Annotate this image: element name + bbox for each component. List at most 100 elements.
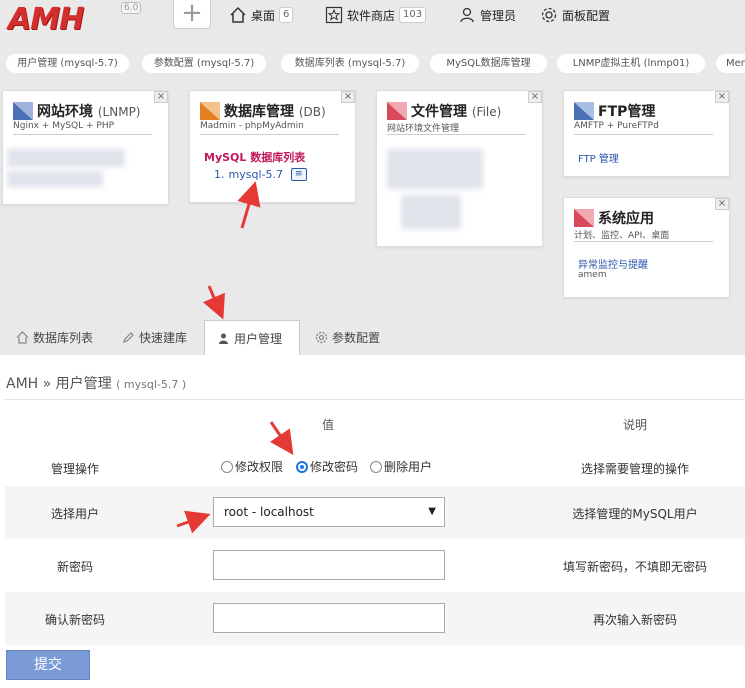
nav-desktop[interactable]: 桌面 6 (229, 4, 294, 26)
amh-logo[interactable]: AMH (8, 2, 84, 37)
card-lnmp-head: 网站环境 (LNMP) (13, 101, 141, 121)
nav-desktop-label: 桌面 (251, 8, 276, 23)
card-db-title: 数据库管理 (DB) (224, 104, 326, 120)
new-password-field[interactable] (213, 550, 445, 580)
card-ftp-sub: AMFTP + PureFTPd (574, 121, 659, 131)
divider (387, 134, 526, 135)
submit-button[interactable]: 提交 (6, 650, 90, 680)
card-lnmp-title: 网站环境 (LNMP) (37, 104, 141, 120)
monitor-alert-link[interactable]: 异常监控与提醒 (578, 256, 648, 271)
card-file-title: 文件管理 (File) (411, 104, 502, 120)
divider (5, 399, 745, 400)
radio-dot-selected[interactable] (296, 460, 308, 473)
recent-chip-db-list[interactable]: 数据库列表 (mysql-5.7) (281, 54, 419, 73)
close-icon[interactable]: × (715, 198, 729, 210)
row-select-user: 选择用户 root - localhost ▼ 选择管理的MySQL用户 (5, 486, 745, 539)
card-lnmp-sub: Nginx + MySQL + PHP (13, 121, 115, 131)
card-ftp-title: FTP管理 (598, 104, 656, 120)
tab-params[interactable]: 参数配置 (303, 320, 392, 355)
breadcrumb-separator: » (42, 376, 52, 392)
card-system[interactable]: × 系统应用 计划、监控、API、桌面 异常监控与提醒 amem (563, 197, 730, 298)
row-select-user-desc: 选择管理的MySQL用户 (572, 507, 698, 521)
radio-label: 修改权限 (235, 460, 284, 474)
tab-quick-create[interactable]: 快速建库 (110, 320, 199, 355)
redacted-block (7, 171, 103, 187)
breadcrumb-root[interactable]: AMH (6, 376, 38, 392)
recent-chip-mysql-manage[interactable]: MySQL数据库管理 (430, 54, 547, 73)
pencil-icon (123, 332, 134, 343)
lnmp-app-icon (13, 102, 33, 120)
mysql-instance-item[interactable]: 1. mysql-5.7 ≡ (214, 168, 307, 181)
gear-icon (315, 331, 328, 344)
card-lnmp[interactable]: × 网站环境 (LNMP) Nginx + MySQL + PHP (2, 90, 169, 205)
file-app-icon (387, 102, 407, 120)
row-confirm-password: 确认新密码 再次输入新密码 (5, 592, 745, 645)
radio-dot[interactable] (370, 460, 382, 473)
radio-change-password[interactable]: 修改密码 (296, 458, 358, 475)
mysql-db-list-link[interactable]: MySQL 数据库列表 (204, 149, 305, 165)
user-select[interactable]: root - localhost ▼ (213, 497, 445, 527)
radio-dot[interactable] (221, 460, 233, 473)
system-app-icon (574, 209, 594, 227)
radio-label: 修改密码 (310, 460, 359, 474)
card-db-sub: Madmin - phpMyAdmin (200, 121, 304, 131)
home-icon (230, 6, 246, 23)
nav-panel-config-label: 面板配置 (562, 8, 611, 23)
amem-link[interactable]: amem (578, 270, 607, 280)
card-file-head: 文件管理 (File) (387, 101, 501, 121)
row-select-user-label: 选择用户 (50, 507, 99, 521)
nav-store-label: 软件商店 (347, 8, 396, 23)
confirm-password-field[interactable] (213, 603, 445, 633)
user-icon (219, 333, 228, 344)
close-icon[interactable]: × (341, 91, 355, 103)
tab-user-manage[interactable]: 用户管理 (204, 320, 300, 356)
nav-admin[interactable]: 管理员 (458, 4, 516, 26)
divider (574, 134, 713, 135)
version-badge: 6.0 (121, 2, 142, 14)
card-ftp[interactable]: × FTP管理 AMFTP + PureFTPd FTP 管理 (563, 90, 730, 177)
ftp-app-icon (574, 102, 594, 120)
instance-link[interactable]: mysql-5.7 (229, 168, 283, 181)
close-icon[interactable]: × (528, 91, 542, 103)
close-icon[interactable]: × (715, 91, 729, 103)
card-db[interactable]: × 数据库管理 (DB) Madmin - phpMyAdmin MySQL 数… (189, 90, 356, 203)
radio-modify-permission[interactable]: 修改权限 (221, 458, 283, 475)
add-app-button[interactable]: + (173, 0, 211, 29)
nav-store[interactable]: 软件商店 103 (325, 4, 427, 26)
ftp-manage-link[interactable]: FTP 管理 (578, 150, 619, 165)
card-file-sub: 网站环境文件管理 (387, 124, 460, 134)
redacted-block (387, 149, 483, 189)
nav-desktop-count: 6 (279, 7, 294, 23)
card-system-title: 系统应用 (598, 211, 654, 227)
gear-icon (541, 7, 557, 23)
tab-quick-create-label: 快速建库 (139, 331, 188, 345)
row-manage-action-desc: 选择需要管理的操作 (580, 462, 689, 476)
redacted-block (7, 149, 125, 167)
tab-db-list[interactable]: 数据库列表 (4, 320, 105, 355)
nav-panel-config[interactable]: 面板配置 (540, 4, 610, 26)
row-confirm-password-desc: 再次输入新密码 (592, 613, 677, 627)
recent-chip-params[interactable]: 参数配置 (mysql-5.7) (142, 54, 266, 73)
user-icon (460, 7, 474, 23)
tab-db-list-label: 数据库列表 (33, 331, 94, 345)
card-system-head: 系统应用 (574, 208, 654, 228)
column-header-desc: 说明 (623, 418, 648, 432)
radio-delete-user[interactable]: 删除用户 (370, 458, 432, 475)
user-manage-panel: AMH » 用户管理 ( mysql-5.7 ) 值 说明 管理操作 修改权限 … (0, 355, 745, 688)
card-file[interactable]: × 文件管理 (File) 网站环境文件管理 (376, 90, 543, 247)
card-db-head: 数据库管理 (DB) (200, 101, 326, 121)
row-new-password-desc: 填写新密码，不填即无密码 (562, 560, 707, 574)
nav-admin-label: 管理员 (480, 8, 517, 23)
recent-chip-user-manage[interactable]: 用户管理 (mysql-5.7) (6, 54, 129, 73)
recent-chip-mem[interactable]: Mem (716, 54, 745, 73)
instance-menu-icon[interactable]: ≡ (290, 168, 307, 181)
db-app-icon (200, 102, 220, 120)
page-title: 用户管理 (55, 376, 112, 392)
star-icon (325, 6, 343, 24)
tab-params-label: 参数配置 (332, 331, 381, 345)
close-icon[interactable]: × (154, 91, 168, 103)
recent-chip-lnmp-host[interactable]: LNMP虚拟主机 (lnmp01) (557, 54, 705, 73)
row-new-password-label: 新密码 (56, 560, 93, 574)
tab-user-manage-label: 用户管理 (234, 332, 283, 346)
row-new-password: 新密码 填写新密码，不填即无密码 (5, 539, 745, 592)
